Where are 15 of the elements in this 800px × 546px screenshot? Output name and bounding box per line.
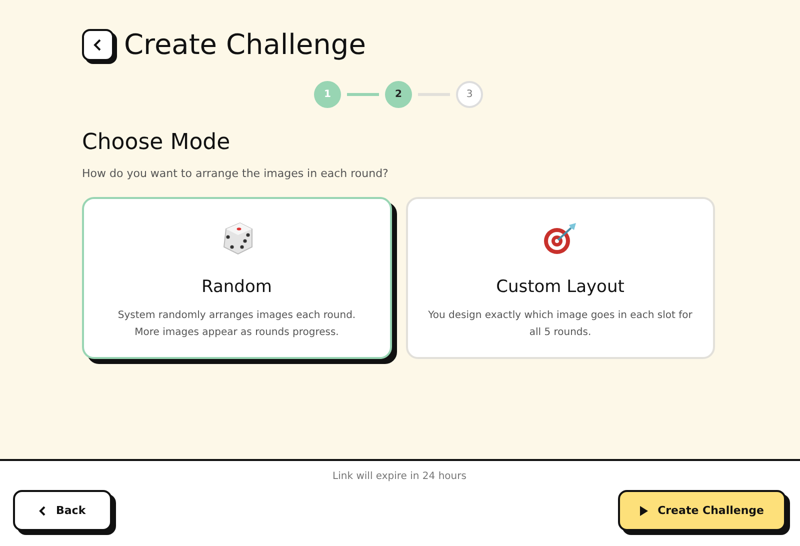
mode-description: You design exactly which image goes in each slot for all 5 rounds.	[428, 309, 693, 340]
chevron-left-icon	[93, 38, 103, 50]
step-indicator: 1	[314, 81, 341, 108]
play-icon	[640, 506, 648, 516]
section-subtitle: How do you want to arrange the images in each round?	[82, 167, 390, 180]
page-title: Create Challenge	[124, 28, 366, 61]
step-indicator: 3	[456, 81, 483, 108]
section-title: Choose Mode	[82, 130, 232, 155]
expiry-note: Link will expire in 24 hours	[332, 471, 466, 482]
mode-title: Random	[202, 277, 272, 297]
step-indicator: 2	[385, 81, 412, 108]
mode-card[interactable]: Custom Layout You design exactly which image goes in each slot for all 5 rounds.	[406, 197, 715, 359]
chevron-left-icon	[39, 506, 46, 516]
mode-title: Custom Layout	[496, 277, 624, 297]
mode-description: System randomly arranges images each round. More images appear as rounds progress.	[116, 309, 357, 340]
